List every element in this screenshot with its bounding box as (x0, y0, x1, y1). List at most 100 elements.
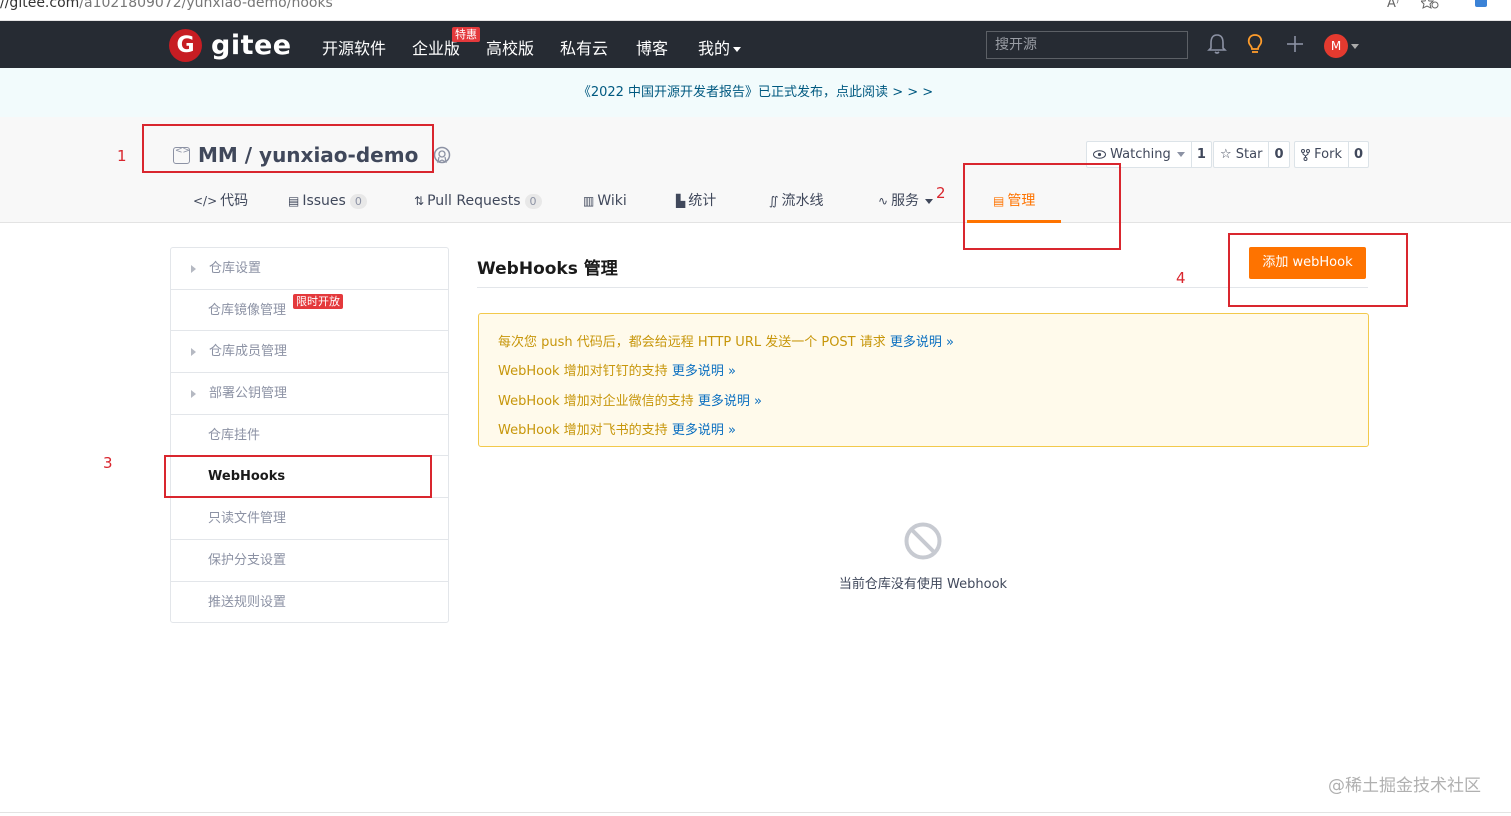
star-count[interactable]: 0 (1268, 142, 1288, 167)
notice-text: WebHook 增加对企业微信的支持 (498, 393, 698, 409)
star-button-group[interactable]: ☆ Star 0 (1213, 141, 1290, 168)
fork-button-group[interactable]: Fork 0 (1294, 141, 1370, 168)
announcement-text[interactable]: 《2022 中国开源开发者报告》已正式发布，点此阅读 > > > (578, 85, 933, 100)
sidebar-item-label: 部署公钥管理 (209, 386, 288, 402)
sidebar-item-label: 仓库成员管理 (209, 344, 288, 360)
footer-divider (0, 812, 1511, 813)
notice-line: WebHook 增加对飞书的支持 更多说明 » (498, 416, 1349, 445)
tab-issues[interactable]: ▤ Issues 0 (288, 191, 367, 223)
annotation-number-3: 3 (103, 454, 113, 472)
star-label: Star (1235, 147, 1263, 162)
notice-line: WebHook 增加对企业微信的支持 更多说明 » (498, 387, 1349, 416)
sidebar-item-repo-settings[interactable]: 仓库设置 (171, 248, 448, 290)
tab-services-label: 服务 (891, 193, 920, 209)
sidebar-item-label: 仓库设置 (209, 261, 262, 276)
bell-icon[interactable] (1206, 32, 1228, 56)
nav-mine[interactable]: 我的 (698, 35, 742, 59)
fork-button[interactable]: Fork (1295, 142, 1348, 167)
annotation-box-2 (963, 163, 1121, 250)
project-tabs: </> 代码 ▤ Issues 0 ⇅ Pull Requests 0 ▥ Wiki ▙ 统计… (0, 191, 1511, 223)
nav-blog[interactable]: 博客 (636, 35, 668, 59)
url-host: //gitee.com (0, 0, 80, 11)
nav-private-cloud[interactable]: 私有云 (560, 35, 608, 59)
pull-requests-count: 0 (524, 194, 542, 209)
chevron-right-icon (191, 390, 196, 399)
chevron-right-icon (191, 265, 196, 273)
more-info-link[interactable]: 更多说明 » (698, 394, 762, 409)
page-title: WebHooks 管理 (477, 259, 618, 279)
favorites-add-icon[interactable] (1421, 0, 1439, 9)
eye-icon (1093, 150, 1106, 159)
more-info-link[interactable]: 更多说明 » (890, 335, 954, 350)
read-aloud-icon[interactable]: A⁾ (1387, 0, 1399, 11)
fork-icon (1301, 148, 1310, 161)
notice-text: WebHook 增加对钉钉的支持 (498, 364, 672, 380)
gitee-logo-text: gitee (211, 29, 292, 61)
annotation-number-2: 2 (936, 184, 946, 202)
tab-pipeline[interactable]: ∬ 流水线 (769, 191, 823, 223)
top-navigation: G gitee 开源软件 企业版 特惠 高校版 私有云 博客 我的 M (0, 21, 1511, 68)
issues-icon: ▤ (288, 194, 300, 208)
browser-address-bar[interactable]: //gitee.com/a1021809072/yunxiao-demo/hoo… (0, 0, 1511, 21)
search-input[interactable] (986, 31, 1188, 59)
watch-count[interactable]: 1 (1190, 142, 1211, 167)
sidebar-item-push-rules[interactable]: 推送规则设置 (171, 582, 448, 624)
sidebar-item-label: 保护分支设置 (208, 552, 287, 568)
wiki-icon: ▥ (583, 194, 595, 208)
lightbulb-icon[interactable] (1244, 32, 1266, 56)
empty-state-icon (904, 522, 942, 560)
nav-mine-label: 我的 (698, 39, 731, 58)
gitee-logo[interactable]: G gitee (169, 28, 292, 62)
nav-open-source[interactable]: 开源软件 (322, 35, 386, 59)
sidebar-item-label: 只读文件管理 (208, 511, 287, 527)
tab-issues-label: Issues (302, 193, 346, 209)
chevron-down-icon (925, 198, 934, 204)
sidebar-item-widgets[interactable]: 仓库挂件 (171, 415, 448, 457)
annotation-number-4: 4 (1176, 269, 1186, 287)
plus-icon[interactable] (1284, 32, 1306, 56)
pulse-icon: ∿ (878, 194, 889, 208)
tab-wiki[interactable]: ▥ Wiki (583, 191, 627, 223)
tab-statistics-label: 统计 (688, 193, 717, 209)
limited-badge: 限时开放 (293, 293, 343, 309)
award-icon[interactable] (432, 145, 452, 165)
annotation-box-1 (142, 124, 434, 173)
sidebar-item-mirror[interactable]: 仓库镜像管理 限时开放 (171, 290, 448, 332)
webhook-notice: 每次您 push 代码后，都会给远程 HTTP URL 发送一个 POST 请求… (478, 313, 1369, 447)
avatar[interactable]: M (1324, 34, 1348, 58)
settings-sidebar: 仓库设置 仓库镜像管理 限时开放 仓库成员管理 部署公钥管理 仓库挂件 WebHo… (170, 247, 449, 623)
notice-text: 每次您 push 代码后，都会给远程 HTTP URL 发送一个 POST 请求 (498, 335, 890, 350)
sidebar-item-label: 仓库镜像管理 (208, 302, 287, 318)
tab-pull-requests-label: Pull Requests (427, 193, 521, 209)
tab-code-label: 代码 (220, 193, 249, 209)
tab-statistics[interactable]: ▙ 统计 (676, 191, 716, 223)
more-info-link[interactable]: 更多说明 » (672, 364, 736, 379)
annotation-number-1: 1 (117, 147, 127, 165)
nav-education[interactable]: 高校版 (486, 35, 534, 59)
tab-code[interactable]: </> 代码 (193, 191, 248, 223)
sidebar-item-members[interactable]: 仓库成员管理 (171, 331, 448, 374)
code-icon: </> (193, 194, 218, 208)
browser-extension-icon[interactable] (1474, 0, 1488, 9)
notice-line: WebHook 增加对钉钉的支持 更多说明 » (498, 357, 1349, 386)
url-text[interactable]: //gitee.com/a1021809072/yunxiao-demo/hoo… (0, 0, 333, 11)
tab-wiki-label: Wiki (597, 193, 627, 209)
empty-state-text: 当前仓库没有使用 Webhook (838, 577, 1008, 592)
sidebar-item-deploy-keys[interactable]: 部署公钥管理 (171, 373, 448, 415)
url-path: /a1021809072/yunxiao-demo/hooks (79, 0, 333, 11)
chevron-down-icon (733, 47, 742, 52)
tab-pull-requests[interactable]: ⇅ Pull Requests 0 (414, 191, 542, 223)
more-info-link[interactable]: 更多说明 » (672, 423, 736, 438)
star-button[interactable]: ☆ Star (1214, 142, 1268, 167)
gitee-logo-icon: G (169, 28, 202, 62)
sidebar-item-readonly-files[interactable]: 只读文件管理 (171, 498, 448, 540)
announcement-bar[interactable]: 《2022 中国开源开发者报告》已正式发布，点此阅读 > > > (0, 68, 1511, 117)
sidebar-item-label: 仓库挂件 (208, 427, 261, 443)
tab-services[interactable]: ∿ 服务 (878, 191, 934, 223)
bar-chart-icon: ▙ (676, 194, 686, 208)
fork-label: Fork (1314, 147, 1342, 162)
avatar-chevron-down-icon[interactable] (1351, 44, 1359, 49)
watch-label: Watching (1110, 147, 1171, 162)
sidebar-item-protected-branches[interactable]: 保护分支设置 (171, 540, 448, 582)
fork-count[interactable]: 0 (1347, 142, 1368, 167)
